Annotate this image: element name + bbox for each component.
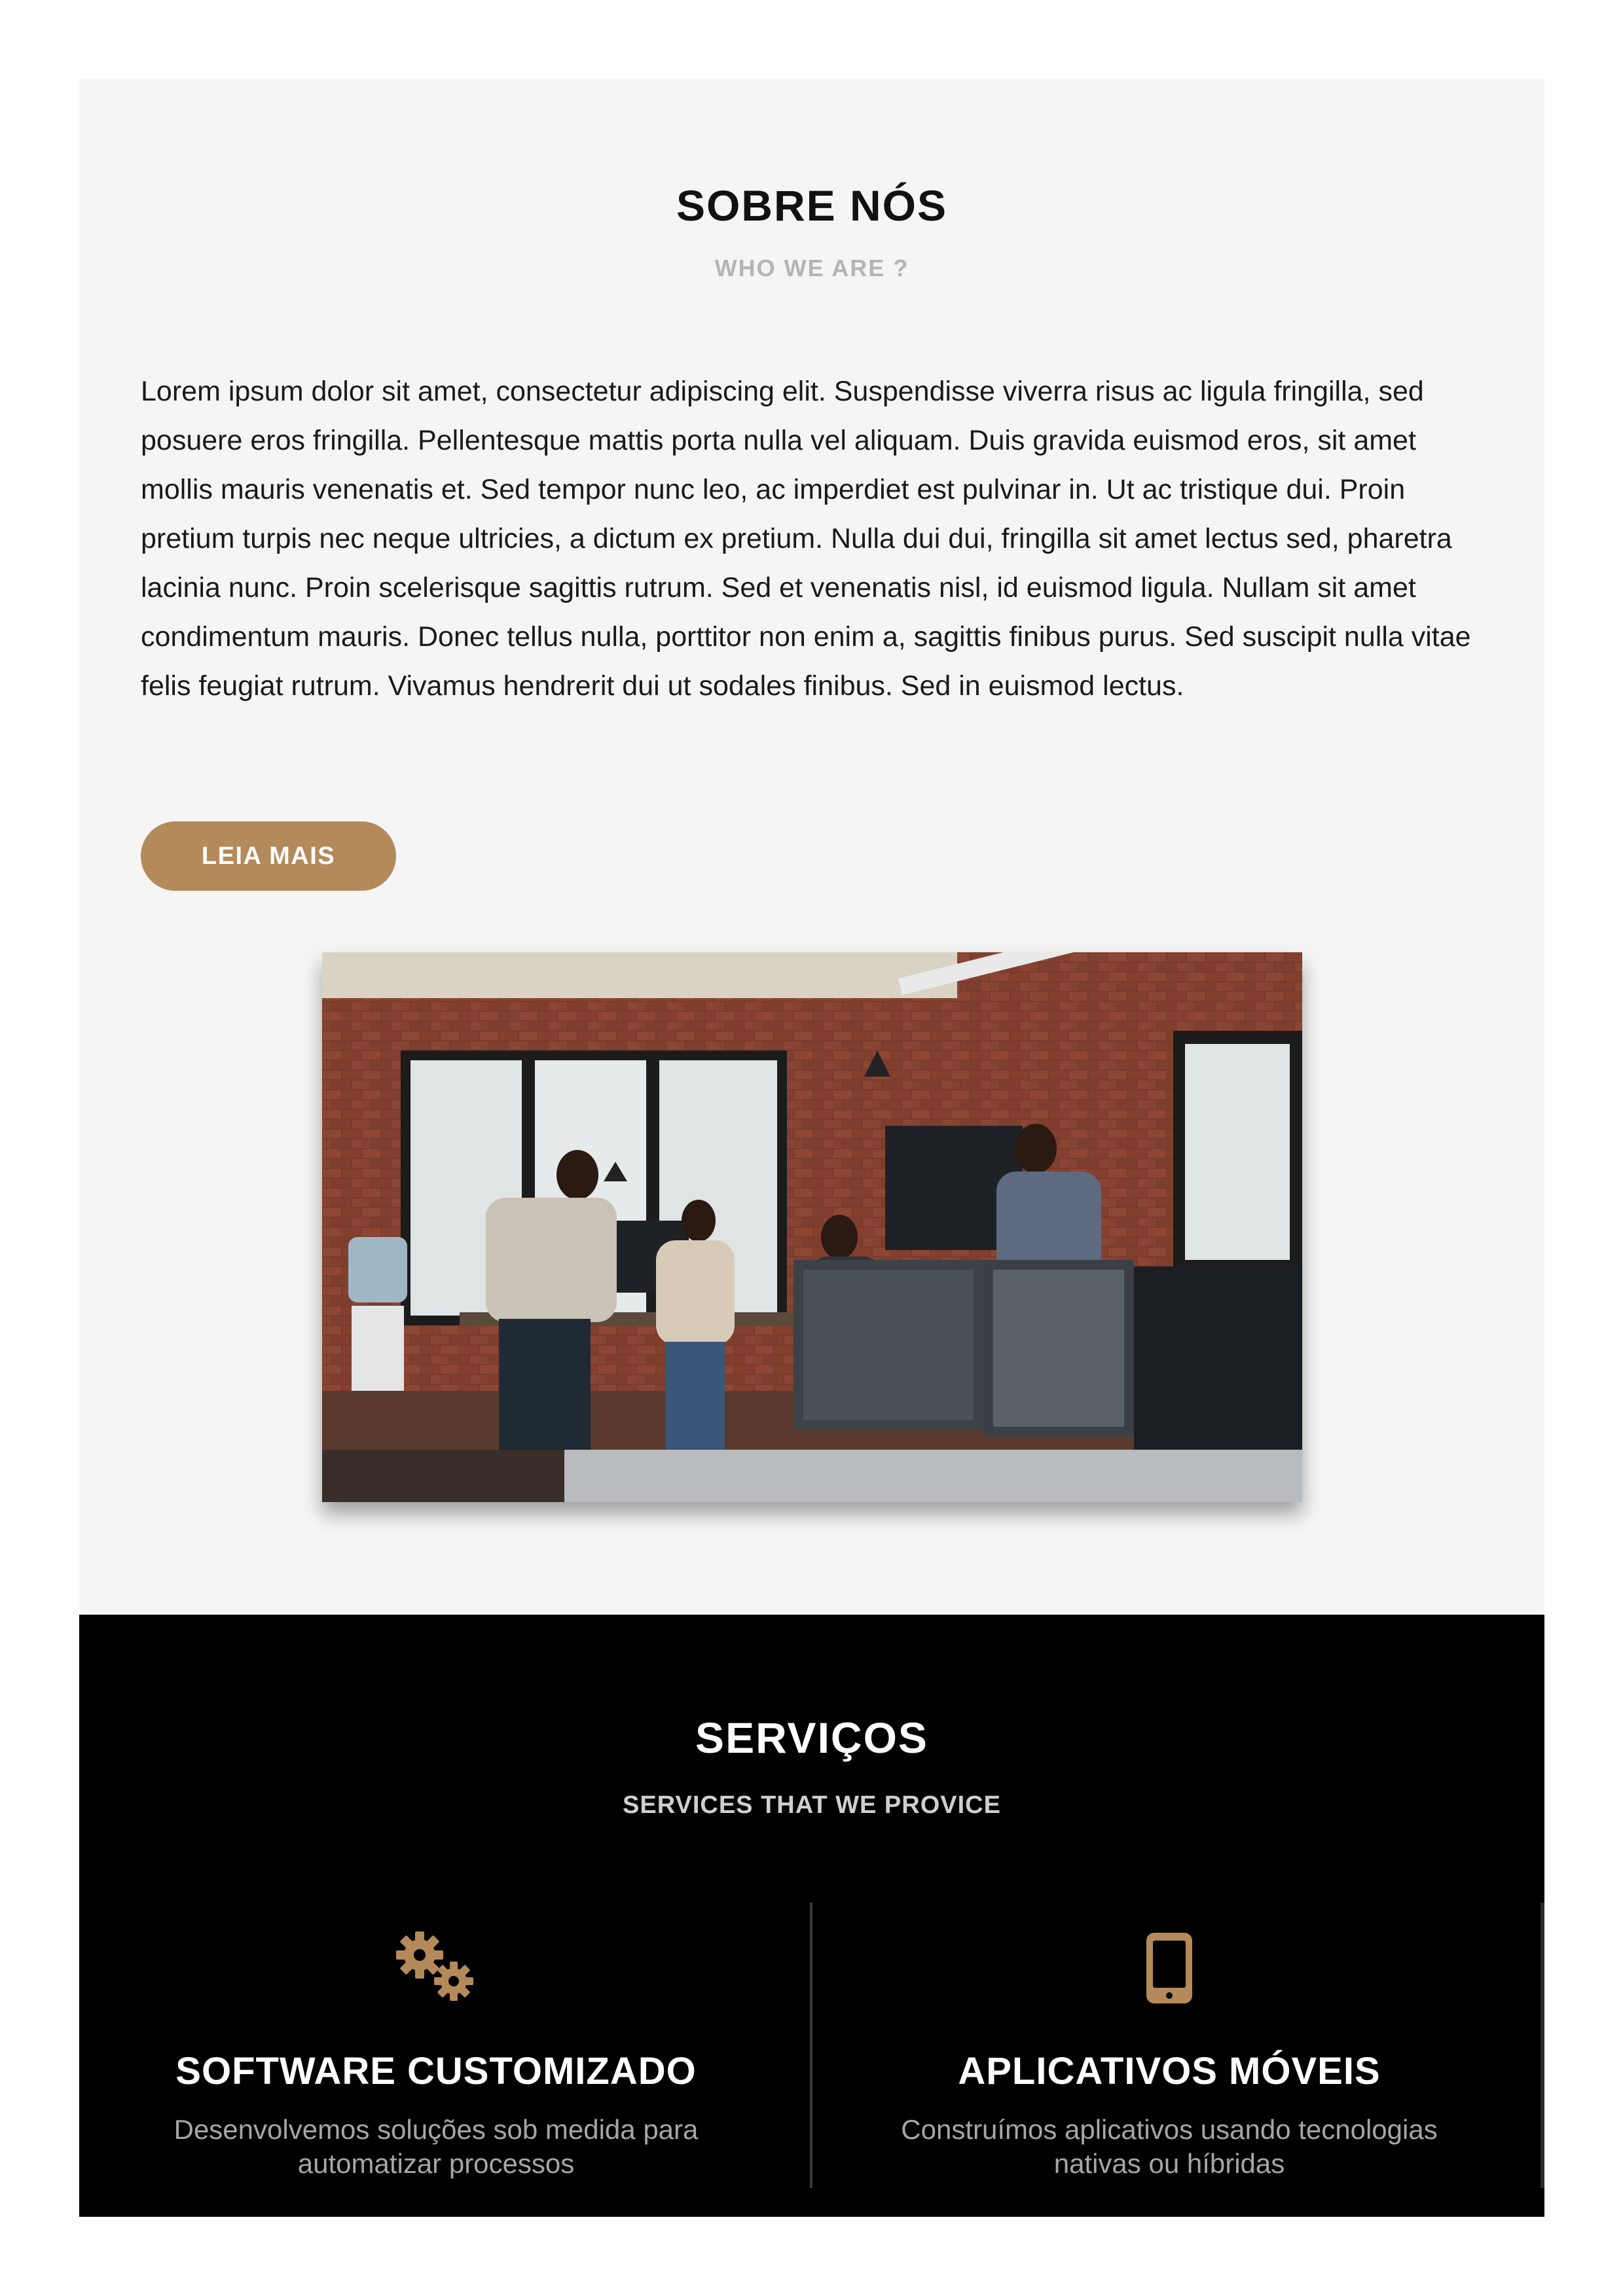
about-description: Lorem ipsum dolor sit amet, consectetur … xyxy=(141,376,1471,702)
service-title: APLICATIVOS MÓVEIS xyxy=(958,2050,1381,2092)
gears-icon xyxy=(396,1931,473,2001)
about-section: SOBRE NÓS WHO WE ARE ? Lorem ipsum dolor… xyxy=(79,79,1544,1615)
service-description: Desenvolvemos soluções sob medida para a… xyxy=(173,2114,699,2179)
read-more-button[interactable]: LEIA MAIS xyxy=(141,821,396,891)
page: SOBRE NÓS WHO WE ARE ? Lorem ipsum dolor… xyxy=(0,0,1623,2296)
service-card-mobile-apps: APLICATIVOS MÓVEIS Construímos aplicativ… xyxy=(842,1929,1497,2181)
about-subtitle: WHO WE ARE ? xyxy=(714,255,909,281)
services-title: SERVIÇOS xyxy=(695,1713,928,1762)
service-description: Construímos aplicativos usando tecnologi… xyxy=(901,2114,1438,2179)
about-title: SOBRE NÓS xyxy=(676,181,948,230)
mobile-phone-icon xyxy=(1146,1933,1192,2003)
service-card-custom-software: SOFTWARE CUSTOMIZADO Desenvolvemos soluç… xyxy=(109,1929,763,2181)
service-title: SOFTWARE CUSTOMIZADO xyxy=(175,2050,697,2092)
services-section: SERVIÇOS SERVICES THAT WE PROVICE SOFTWA… xyxy=(79,1615,1544,2217)
service-divider xyxy=(810,1903,812,2188)
service-edge-divider xyxy=(1541,1903,1544,2188)
services-subtitle: SERVICES THAT WE PROVICE xyxy=(623,1791,1001,1819)
office-team-photo xyxy=(322,952,1302,1502)
